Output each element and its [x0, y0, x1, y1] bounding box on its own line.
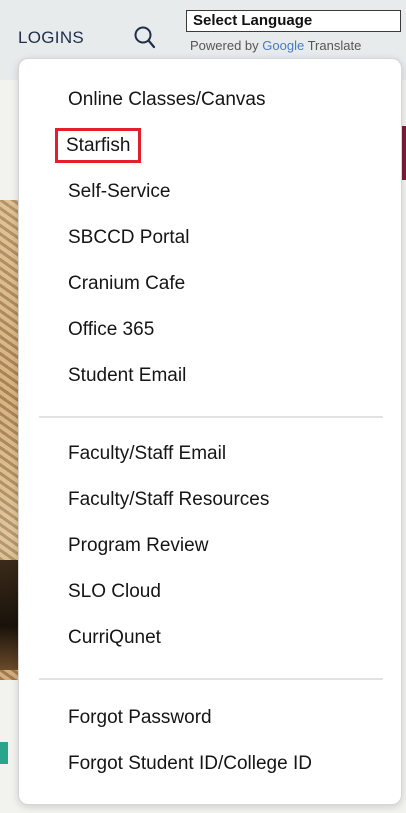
menu-item-label: Cranium Cafe — [68, 273, 186, 294]
menu-item-label: Faculty/Staff Resources — [68, 489, 270, 510]
powered-by-prefix: Powered by — [190, 38, 259, 53]
logins-dropdown-menu: Online Classes/Canvas Starfish Self-Serv… — [18, 58, 402, 805]
menu-item-label: Program Review — [68, 535, 209, 556]
menu-item-label: Office 365 — [68, 319, 155, 340]
menu-item-cranium-cafe[interactable]: Cranium Cafe — [19, 261, 401, 307]
logins-menu-toggle[interactable]: LOGINS — [18, 28, 84, 48]
powered-by-translate[interactable]: Powered by Google Translate — [190, 38, 361, 53]
menu-item-program-review[interactable]: Program Review — [19, 523, 401, 569]
menu-item-forgot-password[interactable]: Forgot Password — [19, 695, 401, 741]
menu-group-account: Forgot Password Forgot Student ID/Colleg… — [19, 695, 401, 787]
menu-item-label: Forgot Password — [68, 707, 212, 728]
menu-item-office-365[interactable]: Office 365 — [19, 307, 401, 353]
background-accent-teal — [0, 742, 8, 764]
powered-by-brand: Google — [262, 38, 305, 53]
menu-item-curriqunet[interactable]: CurriQunet — [19, 615, 401, 661]
menu-item-forgot-student-id[interactable]: Forgot Student ID/College ID — [19, 741, 401, 787]
menu-item-label: SBCCD Portal — [68, 227, 190, 248]
page: LOGINS Select Language Powered by Google… — [0, 0, 406, 813]
menu-item-label: Starfish — [54, 128, 142, 163]
search-button[interactable] — [132, 24, 158, 52]
menu-item-label: Student Email — [68, 365, 187, 386]
powered-by-suffix: Translate — [307, 38, 362, 53]
menu-item-label: CurriQunet — [68, 627, 161, 648]
menu-divider — [39, 416, 383, 418]
language-select[interactable]: Select Language — [186, 10, 401, 32]
menu-item-label: Faculty/Staff Email — [68, 443, 227, 464]
menu-item-faculty-staff-resources[interactable]: Faculty/Staff Resources — [19, 477, 401, 523]
search-icon — [134, 26, 156, 49]
menu-item-student-email[interactable]: Student Email — [19, 353, 401, 399]
menu-item-sbccd-portal[interactable]: SBCCD Portal — [19, 215, 401, 261]
menu-item-label: Forgot Student ID/College ID — [68, 753, 312, 774]
menu-item-self-service[interactable]: Self-Service — [19, 169, 401, 215]
menu-group-student: Online Classes/Canvas Starfish Self-Serv… — [19, 77, 401, 399]
menu-item-starfish[interactable]: Starfish — [19, 123, 401, 169]
menu-item-faculty-staff-email[interactable]: Faculty/Staff Email — [19, 431, 401, 477]
menu-item-slo-cloud[interactable]: SLO Cloud — [19, 569, 401, 615]
menu-group-faculty: Faculty/Staff Email Faculty/Staff Resour… — [19, 431, 401, 661]
menu-divider — [39, 678, 383, 680]
menu-item-label: Self-Service — [68, 181, 171, 202]
menu-item-online-classes-canvas[interactable]: Online Classes/Canvas — [19, 77, 401, 123]
menu-item-label: SLO Cloud — [68, 581, 161, 602]
menu-item-label: Online Classes/Canvas — [68, 89, 266, 110]
